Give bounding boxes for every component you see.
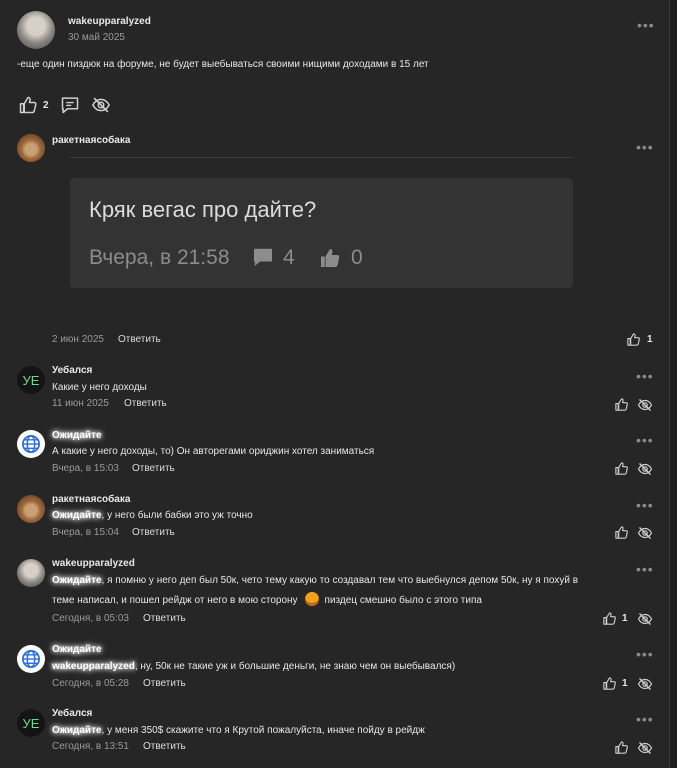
avatar-initials: УЕ [22,715,40,731]
comment-date[interactable]: Сегодня, в 05:03 [52,613,129,624]
comment-text-body: , у меня 350$ скажите что я Крутой пожал… [101,725,425,736]
reply-link[interactable]: Ответить [118,334,161,345]
comment-text-body: теме написал, и пошел рейдж от него в мо… [52,595,298,606]
comment-text-body: пиздец смешно было с этого типа [324,595,482,606]
eye-off-icon[interactable] [637,676,653,692]
comment-date[interactable]: Сегодня, в 05:28 [52,678,129,689]
comment-text-body: , у него были бабки это уж точно [101,510,253,521]
eye-off-icon[interactable] [637,461,653,477]
avatar[interactable] [17,495,45,523]
comment-text: Ожидайте, у него были бабки это уж точно [52,510,253,521]
mention[interactable]: Ожидайте [52,510,102,521]
post-text: -еще один пиздюк на форуме, не будет вые… [17,59,429,70]
comment-text: wakeupparalyzed, ну, 50к не такие уж и б… [52,661,455,672]
thumbs-up-icon[interactable] [614,461,629,476]
comment-text: теме написал, и пошел рейдж от него в мо… [52,592,482,606]
eye-off-icon[interactable] [637,525,653,541]
eye-off-icon[interactable] [91,95,111,115]
thumbs-up-icon[interactable] [614,525,629,540]
reply-link[interactable]: Ответить [132,527,175,538]
more-dots-icon[interactable]: ••• [636,140,654,154]
thumbs-up-icon[interactable] [614,740,629,755]
comment-icon [254,248,272,266]
reply-link[interactable]: Ответить [132,463,175,474]
more-dots-icon[interactable]: ••• [636,562,654,576]
embedded-thread-card[interactable]: Кряк вегас про дайте? Вчера, в 21:58 4 0 [70,178,573,288]
more-dots-icon[interactable]: ••• [636,498,654,512]
more-dots-icon[interactable]: ••• [637,18,655,32]
comment-date[interactable]: Вчера, в 15:03 [52,463,119,474]
eye-off-icon[interactable] [637,611,653,627]
comment-author[interactable]: Ожидайте [52,430,102,441]
avatar[interactable]: УЕ [17,366,45,394]
more-dots-icon[interactable]: ••• [636,433,654,447]
post-author[interactable]: wakeupparalyzed [68,16,151,27]
embed-title[interactable]: Кряк вегас про дайте? [89,197,316,223]
comment-text-body: , ну, 50к не такие уж и большие деньги, … [134,661,456,672]
avatar[interactable] [17,645,45,673]
comment-date[interactable]: 2 июн 2025 [52,334,104,345]
comment-text: Ожидайте, у меня 350$ скажите что я Крут… [52,725,425,736]
reply-link[interactable]: Ответить [143,741,186,752]
comment-date[interactable]: Сегодня, в 13:51 [52,741,129,752]
thumbs-up-icon[interactable] [18,95,38,115]
more-dots-icon[interactable]: ••• [636,369,654,383]
post-like-count: 2 [43,100,49,111]
thread-panel: wakeupparalyzed 30 май 2025 ••• -еще оди… [0,0,670,768]
comment-author[interactable]: Уебался [52,708,92,719]
reply-link[interactable]: Ответить [143,678,186,689]
avatar[interactable] [17,430,45,458]
thumbs-up-icon[interactable] [626,332,641,347]
embed-like-count: 0 [351,246,363,269]
comment-author[interactable]: wakeupparalyzed [52,558,135,569]
more-dots-icon[interactable]: ••• [636,712,654,726]
comment-like-count: 1 [622,678,628,689]
comment-text: Какие у него доходы [52,382,147,393]
comment-text: А какие у него доходы, то) Он авторегами… [52,446,375,457]
mention[interactable]: Ожидайте [52,575,102,586]
post-date[interactable]: 30 май 2025 [68,32,125,43]
avatar[interactable] [17,559,45,587]
comment-like-count: 1 [622,613,628,624]
comment-author[interactable]: Уебался [52,365,92,376]
avatar[interactable] [17,11,55,49]
mention[interactable]: wakeupparalyzed [52,661,135,672]
embed-time: Вчера, в 21:58 [89,246,230,269]
embed-comment-count: 4 [283,246,295,269]
comment-text: Ожидайте, я помню у него деп был 50к, че… [52,575,578,586]
reply-link[interactable]: Ответить [124,398,167,409]
thumbs-up-icon[interactable] [602,611,617,626]
avatar[interactable]: УЕ [17,709,45,737]
emoji-icon [304,592,319,606]
thumbs-up-icon [321,249,340,267]
thumbs-up-icon[interactable] [602,676,617,691]
mention[interactable]: Ожидайте [52,725,102,736]
comment-author[interactable]: ракетнаясобака [52,135,130,146]
comment-like-count: 1 [647,334,653,345]
eye-off-icon[interactable] [637,397,653,413]
comment-author[interactable]: Ожидайте [52,644,102,655]
thumbs-up-icon[interactable] [614,397,629,412]
globe-icon [21,434,41,454]
comment-author[interactable]: ракетнаясобака [52,494,130,505]
avatar-initials: УЕ [22,372,40,388]
comment-text-body: , я помню у него деп был 50к, чето тему … [101,575,579,586]
more-dots-icon[interactable]: ••• [636,647,654,661]
comment-icon[interactable] [60,95,80,115]
avatar[interactable] [17,134,45,162]
reply-link[interactable]: Ответить [143,613,186,624]
globe-icon [21,649,41,669]
divider [70,157,573,158]
eye-off-icon[interactable] [637,740,653,756]
comment-date[interactable]: 11 июн 2025 [52,398,109,409]
comment-date[interactable]: Вчера, в 15:04 [52,527,119,538]
